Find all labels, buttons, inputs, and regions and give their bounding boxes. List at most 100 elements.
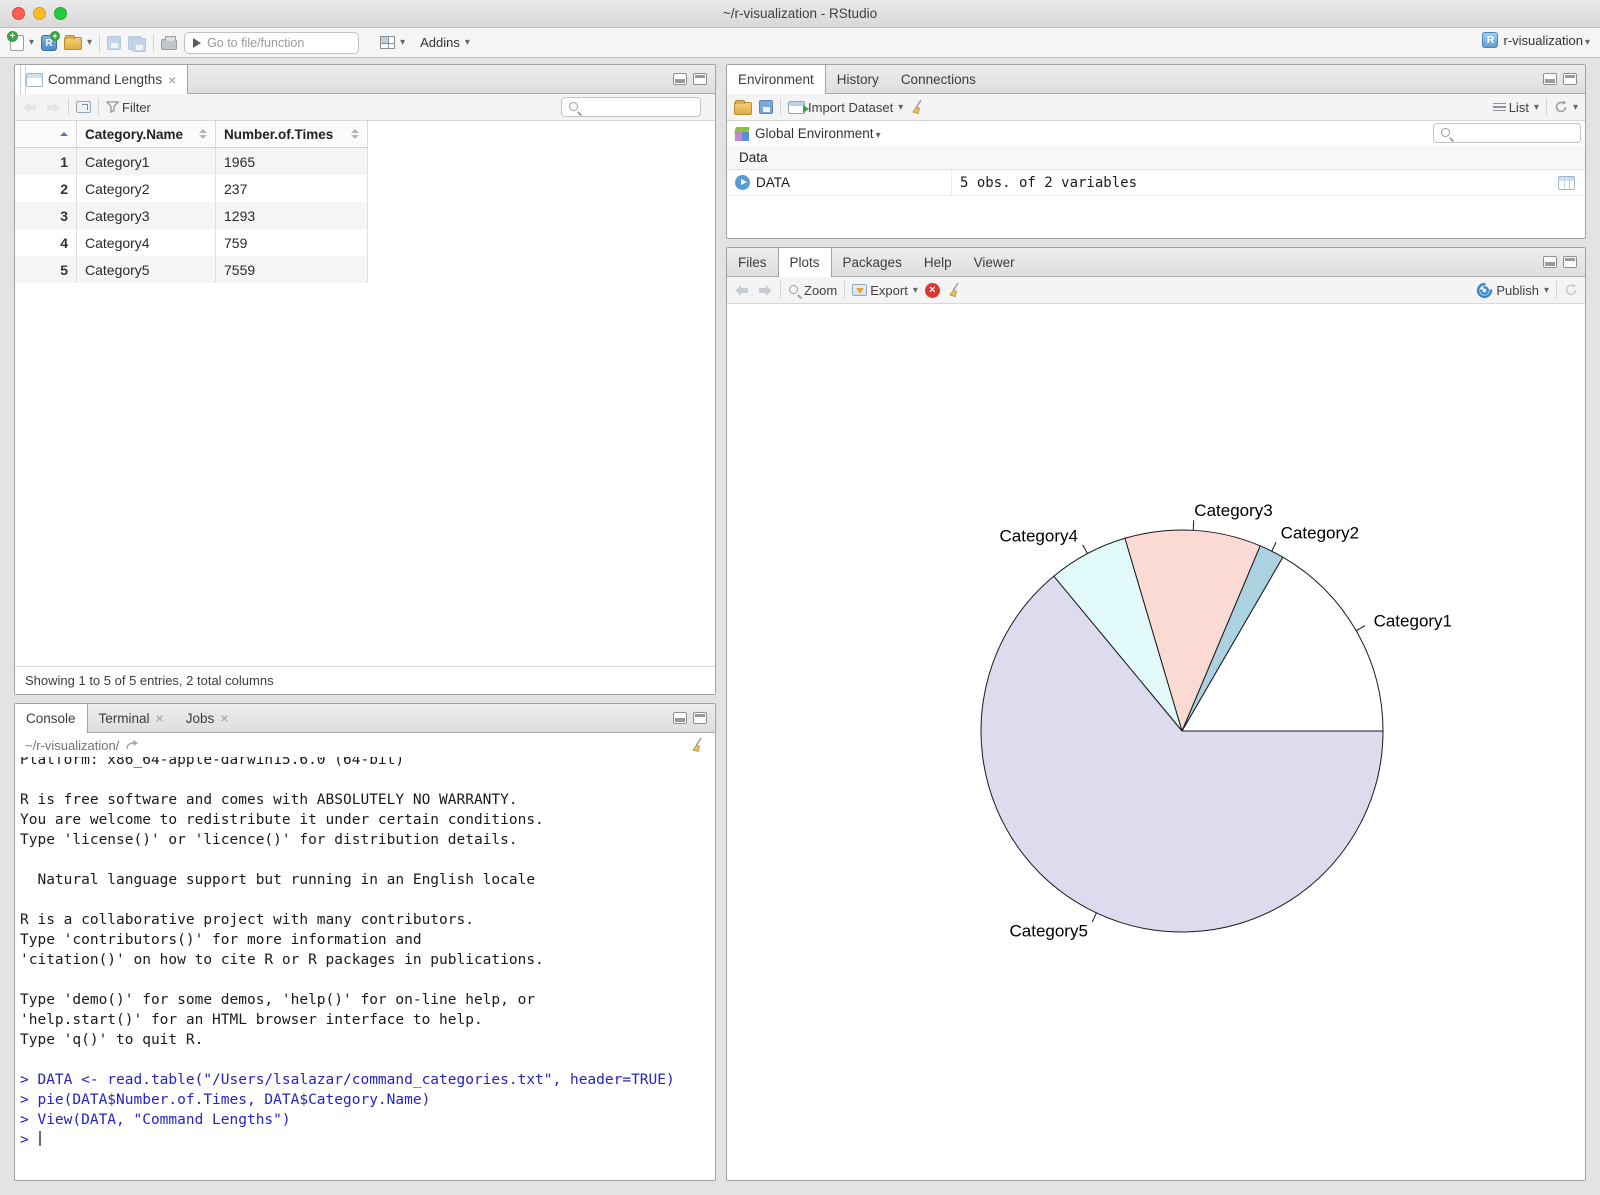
- broom-icon: [949, 282, 959, 297]
- filter-icon: [106, 101, 119, 113]
- previous-plot-icon[interactable]: [734, 284, 750, 297]
- maximize-pane-button[interactable]: [1563, 256, 1577, 268]
- tab-plots[interactable]: Plots: [777, 248, 832, 277]
- pie-slice-label: Category1: [1374, 611, 1452, 630]
- environment-scope-selector[interactable]: Global Environment: [755, 126, 881, 141]
- pie-label-tick: [1355, 625, 1366, 632]
- console-output-line: Type 'q()' to quit R.: [20, 1032, 204, 1048]
- environment-object-row[interactable]: DATA 5 obs. of 2 variables: [727, 170, 1585, 196]
- addins-button[interactable]: Addins: [420, 35, 470, 50]
- close-terminal-tab-icon[interactable]: [156, 710, 164, 726]
- table-cell: 2: [15, 175, 77, 202]
- console-output-line: Type 'demo()' for some demos, 'help()' f…: [20, 992, 536, 1008]
- working-directory: ~/r-visualization/: [25, 737, 120, 753]
- tab-terminal[interactable]: Terminal: [88, 704, 175, 732]
- refresh-plot-icon[interactable]: [1564, 283, 1578, 297]
- export-plot-button[interactable]: Export: [852, 283, 918, 298]
- clear-all-plots-button[interactable]: [947, 282, 963, 298]
- data-table: Category.Name Number.of.Times 1 Category1…: [15, 121, 368, 283]
- console-output-line: Type 'contributors()' for more informati…: [20, 932, 422, 948]
- tab-environment[interactable]: Environment: [727, 65, 826, 94]
- table-cell: Category1: [77, 148, 216, 175]
- environment-search-box[interactable]: [1433, 123, 1581, 143]
- search-icon: [1440, 127, 1453, 140]
- view-data-frame-icon[interactable]: [1558, 176, 1575, 190]
- tab-connections[interactable]: Connections: [890, 65, 987, 93]
- console-command-line: > pie(DATA$Number.of.Times, DATA$Categor…: [20, 1092, 431, 1108]
- list-view-button[interactable]: List: [1492, 100, 1539, 115]
- close-tab-icon[interactable]: [168, 72, 176, 88]
- text-cursor: [39, 1131, 42, 1146]
- console-output-line: R is free software and comes with ABSOLU…: [20, 792, 518, 808]
- table-cell: 3: [15, 202, 77, 229]
- close-jobs-tab-icon[interactable]: [220, 710, 228, 726]
- tab-files[interactable]: Files: [727, 248, 778, 276]
- goto-file-input[interactable]: [207, 35, 328, 50]
- console-output-line: 'citation()' on how to cite R or R packa…: [20, 952, 544, 968]
- goto-file-box[interactable]: [184, 31, 360, 54]
- open-file-button[interactable]: [64, 35, 92, 50]
- refresh-environment-button[interactable]: [1554, 100, 1578, 114]
- search-icon: [568, 101, 581, 114]
- minimize-pane-button[interactable]: [673, 712, 687, 724]
- open-folder-icon: [734, 99, 752, 115]
- environment-toolbar: Import Dataset List: [727, 94, 1585, 121]
- pie-label-tick: [1082, 544, 1088, 554]
- open-in-new-window-icon[interactable]: [76, 101, 91, 113]
- save-workspace-button[interactable]: [759, 100, 773, 114]
- save-all-button[interactable]: [128, 34, 147, 52]
- maximize-pane-button[interactable]: [1563, 73, 1577, 85]
- tab-viewer[interactable]: Viewer: [963, 248, 1026, 276]
- print-button[interactable]: [161, 35, 178, 50]
- tab-help[interactable]: Help: [913, 248, 963, 276]
- main-toolbar: R Addins R r-visualization: [0, 28, 1600, 58]
- console-output-line: R is a collaborative project with many c…: [20, 912, 474, 928]
- tab-history[interactable]: History: [826, 65, 890, 93]
- filter-button[interactable]: Filter: [106, 100, 151, 115]
- table-cell: 7559: [216, 256, 368, 283]
- new-project-icon: R: [41, 30, 61, 51]
- pie-slice-label: Category4: [1000, 527, 1078, 546]
- tab-jobs[interactable]: Jobs: [175, 704, 240, 732]
- publish-button[interactable]: Publish: [1476, 282, 1549, 299]
- environment-search-input[interactable]: [1458, 126, 1574, 140]
- console-output-line: Natural language support but running in …: [20, 872, 536, 888]
- tab-console[interactable]: Console: [15, 704, 88, 733]
- maximize-pane-button[interactable]: [693, 73, 707, 85]
- import-dataset-button[interactable]: Import Dataset: [788, 100, 903, 115]
- next-plot-icon[interactable]: [757, 284, 773, 297]
- new-project-button[interactable]: R: [41, 30, 61, 51]
- pane-layout-button[interactable]: [380, 36, 405, 49]
- console-output-line: Platform: x86_64-apple-darwin15.6.0 (64-…: [20, 757, 405, 768]
- console-output[interactable]: Platform: x86_64-apple-darwin15.6.0 (64-…: [15, 757, 715, 1180]
- column-header-number-of-times[interactable]: Number.of.Times: [216, 121, 368, 148]
- expand-object-icon[interactable]: [735, 175, 750, 190]
- console-pane: Console Terminal Jobs ~/r-visualization/…: [14, 703, 716, 1181]
- clear-console-button[interactable]: [690, 737, 706, 753]
- back-icon[interactable]: [22, 101, 38, 114]
- data-search-box[interactable]: [561, 97, 701, 117]
- data-search-input[interactable]: [586, 100, 694, 114]
- new-file-button[interactable]: [7, 30, 34, 51]
- tab-command-lengths[interactable]: Command Lengths: [15, 65, 189, 94]
- load-workspace-button[interactable]: [734, 99, 752, 115]
- save-icon: [107, 35, 122, 50]
- row-number-header[interactable]: [15, 121, 77, 148]
- maximize-pane-button[interactable]: [693, 712, 707, 724]
- forward-icon[interactable]: [45, 101, 61, 114]
- table-cell: 1293: [216, 202, 368, 229]
- minimize-pane-button[interactable]: [1543, 73, 1557, 85]
- tab-packages[interactable]: Packages: [832, 248, 913, 276]
- console-prompt[interactable]: >: [20, 1130, 715, 1150]
- clear-environment-button[interactable]: [910, 99, 926, 115]
- show-folder-icon[interactable]: [125, 739, 140, 751]
- remove-plot-button[interactable]: [924, 282, 940, 298]
- save-button[interactable]: [107, 35, 122, 50]
- zoom-plot-button[interactable]: Zoom: [788, 283, 837, 298]
- save-icon: [759, 100, 773, 114]
- minimize-pane-button[interactable]: [1543, 256, 1557, 268]
- minimize-pane-button[interactable]: [673, 73, 687, 85]
- column-header-category-name[interactable]: Category.Name: [77, 121, 216, 148]
- project-menu-button[interactable]: R r-visualization: [1482, 32, 1590, 48]
